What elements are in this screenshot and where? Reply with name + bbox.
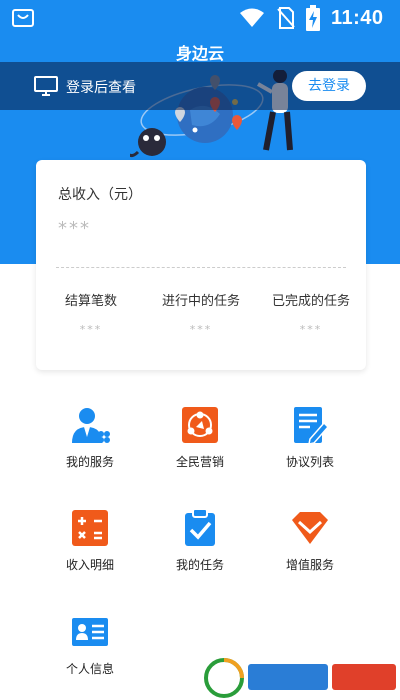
menu-label: 个人信息 xyxy=(65,662,114,676)
menu-label: 收入明细 xyxy=(65,558,114,572)
stat-value: *** xyxy=(299,323,323,336)
user-service-icon xyxy=(72,408,110,443)
menu-label: 协议列表 xyxy=(285,455,334,469)
menu-item-my-tasks[interactable]: 我的任务 xyxy=(145,508,255,573)
income-card: 总收入（元） *** 结算笔数 *** 进行中的任务 *** 已完成的任务 **… xyxy=(36,160,366,370)
task-clipboard-icon xyxy=(185,508,215,546)
stat-value: *** xyxy=(79,323,103,336)
menu-item-my-services[interactable]: 我的服务 xyxy=(35,405,145,470)
total-income-label: 总收入（元） xyxy=(58,187,142,203)
menu-label: 增值服务 xyxy=(285,558,334,572)
marketing-icon xyxy=(182,407,218,443)
stat-label: 已完成的任务 xyxy=(271,294,350,309)
menu-item-personal-info[interactable]: 个人信息 xyxy=(35,612,145,677)
shopping-bag-icon xyxy=(12,9,34,27)
calculator-icon xyxy=(72,510,108,546)
status-time: 11:40 xyxy=(331,7,384,29)
menu-item-value-added[interactable]: 增值服务 xyxy=(255,508,365,573)
login-prompt-text: 登录后查看 xyxy=(66,80,136,96)
menu-item-marketing[interactable]: 全民营销 xyxy=(145,405,255,470)
menu-label: 我的服务 xyxy=(65,455,114,469)
menu-item-income-details[interactable]: 收入明细 xyxy=(35,508,145,573)
site-watermark-logo xyxy=(200,654,400,700)
agreement-icon xyxy=(294,407,330,445)
stat-settlement-count[interactable]: 结算笔数 *** xyxy=(36,290,146,336)
card-divider xyxy=(56,267,346,268)
battery-charging-icon xyxy=(306,5,320,31)
stat-label: 进行中的任务 xyxy=(161,294,240,309)
stat-label: 结算笔数 xyxy=(64,294,117,309)
menu-label: 我的任务 xyxy=(175,558,224,572)
status-bar: 11:40 xyxy=(0,0,400,36)
diamond-icon xyxy=(292,512,328,544)
stat-tasks-in-progress[interactable]: 进行中的任务 *** xyxy=(146,290,256,336)
login-prompt-bar: 登录后查看 去登录 xyxy=(0,62,400,110)
no-sim-icon xyxy=(277,7,295,29)
stat-tasks-completed[interactable]: 已完成的任务 *** xyxy=(256,290,366,336)
total-income-value: *** xyxy=(58,218,91,239)
stat-value: *** xyxy=(189,323,213,336)
wifi-icon xyxy=(240,8,264,27)
id-card-icon xyxy=(72,618,108,646)
menu-label: 全民营销 xyxy=(175,455,224,469)
page-title: 身边云 xyxy=(175,46,224,63)
menu-item-agreements[interactable]: 协议列表 xyxy=(255,405,365,470)
login-button[interactable]: 去登录 xyxy=(292,71,366,101)
monitor-icon xyxy=(34,76,58,96)
